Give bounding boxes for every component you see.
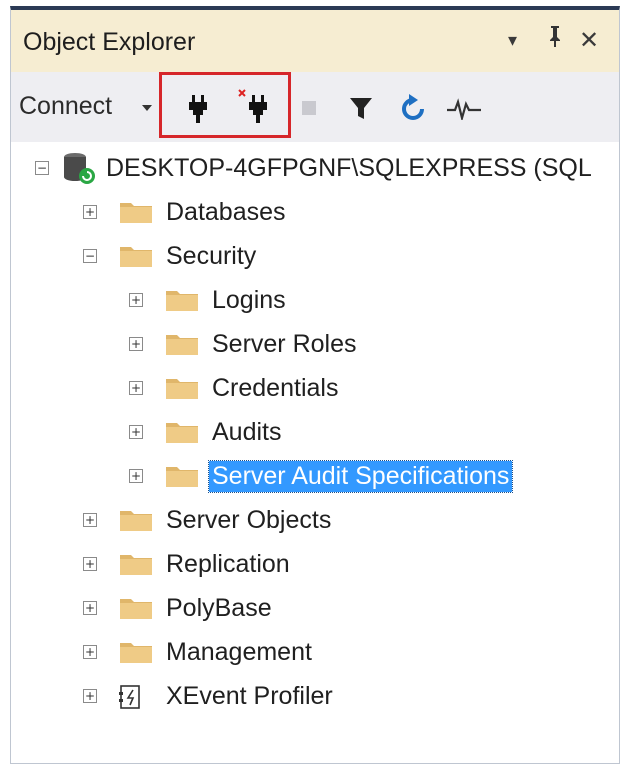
folder-icon [119,640,153,664]
tree-node[interactable]: + Replication [83,546,293,582]
expand-icon[interactable]: + [129,337,143,351]
connect-button[interactable]: Connect [19,92,112,121]
tree-node-label: Server Objects [166,505,332,534]
expand-icon[interactable]: + [83,557,97,571]
folder-icon [165,288,199,312]
folder-icon [165,464,199,488]
activity-monitor-icon[interactable] [447,98,481,125]
tree-node[interactable]: − Security [83,238,259,274]
highlight-box [159,72,291,138]
tree-node[interactable]: + XEvent Profiler [83,678,336,714]
tree-node[interactable]: + Server Roles [129,326,360,362]
collapse-icon[interactable]: − [83,249,97,263]
expand-icon[interactable]: + [129,293,143,307]
title-bar: Object Explorer ▾ ✕ [11,10,619,72]
object-explorer-panel: Object Explorer ▾ ✕ Connect − DESKTOP-4G… [10,6,620,764]
stop-icon[interactable] [301,100,317,121]
toolbar: Connect [11,72,619,142]
tree-node-label: Logins [212,285,286,314]
refresh-icon[interactable] [399,94,427,129]
tree-node[interactable]: + PolyBase [83,590,275,626]
expand-icon[interactable]: + [83,513,97,527]
tree-view: − DESKTOP-4GFPGNF\SQLEXPRESS (SQL + Datab… [11,142,619,762]
expand-icon[interactable]: + [83,689,97,703]
tree-node-label: Security [166,241,257,270]
dropdown-icon[interactable]: ▾ [508,30,517,51]
tree-node-label: Databases [166,197,286,226]
panel-title: Object Explorer [23,28,196,56]
tree-node-label: Server Audit Specifications [207,459,514,493]
tree-node[interactable]: + Logins [129,282,289,318]
tree-node[interactable]: + Audits [129,414,284,450]
folder-icon [119,244,153,268]
folder-icon [119,200,153,224]
tree-node-label: Replication [166,549,290,578]
tree-node-label: DESKTOP-4GFPGNF\SQLEXPRESS (SQL [106,153,592,182]
chevron-down-icon[interactable] [142,105,152,111]
xevent-profiler-icon [119,684,153,709]
expand-icon[interactable]: + [129,381,143,395]
close-icon[interactable]: ✕ [579,26,599,55]
tree-node-label: PolyBase [166,593,272,622]
tree-node[interactable]: + Server Audit Specifications [129,458,514,494]
folder-icon [119,508,153,532]
expand-icon[interactable]: + [129,425,143,439]
tree-node[interactable]: + Server Objects [83,502,334,538]
tree-node[interactable]: + Databases [83,194,289,230]
folder-icon [119,552,153,576]
tree-node-label: Server Roles [212,329,357,358]
tree-node[interactable]: + Credentials [129,370,341,406]
folder-icon [165,332,199,356]
tree-node-label: Credentials [212,373,339,402]
filter-icon[interactable] [349,96,373,127]
expand-icon[interactable]: + [83,601,97,615]
folder-icon [119,596,153,620]
pin-icon[interactable] [547,24,563,54]
tree-node[interactable]: + Management [83,634,315,670]
tree-node-label: Audits [212,417,282,446]
folder-icon [165,376,199,400]
expand-icon[interactable]: + [83,645,97,659]
folder-icon [165,420,199,444]
collapse-icon[interactable]: − [35,161,49,175]
expand-icon[interactable]: + [83,205,97,219]
server-icon [61,151,97,185]
expand-icon[interactable]: + [129,469,143,483]
tree-node-label: XEvent Profiler [166,681,333,710]
tree-node-server[interactable]: − DESKTOP-4GFPGNF\SQLEXPRESS (SQL [35,150,595,186]
tree-node-label: Management [166,637,312,666]
